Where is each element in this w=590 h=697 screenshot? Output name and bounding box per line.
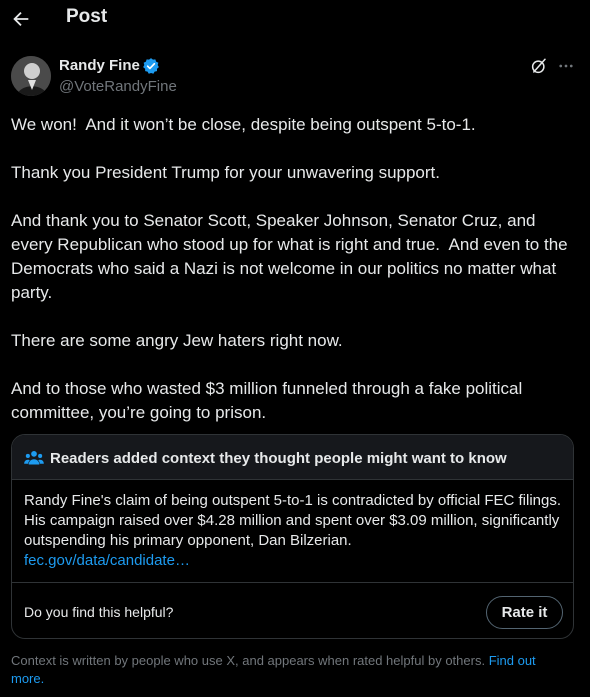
author-handle[interactable]: @VoteRandyFine [59, 78, 177, 95]
author-name[interactable]: Randy Fine [59, 57, 140, 74]
post-paragraph: Thank you President Trump for your unwav… [11, 163, 440, 182]
page-title: Post [66, 6, 108, 27]
community-note-link[interactable]: fec.gov/data/candidate… [24, 551, 564, 571]
community-note-body: Randy Fine's claim of being outspent 5-t… [24, 491, 564, 571]
divider [12, 582, 573, 583]
community-note-footer: Context is written by people who use X, … [11, 652, 571, 688]
post-paragraph: There are some angry Jew haters right no… [11, 331, 343, 350]
avatar-image [11, 56, 51, 96]
post-text: We won! And it won’t be close, despite b… [11, 113, 579, 449]
top-bar: Post [0, 0, 590, 40]
post-paragraph: And thank you to Senator Scott, Speaker … [11, 211, 573, 302]
grok-icon[interactable] [530, 57, 548, 75]
avatar[interactable] [11, 56, 51, 96]
more-icon[interactable] [557, 57, 575, 75]
helpful-question: Do you find this helpful? [24, 604, 174, 620]
post-paragraph: And to those who wasted $3 million funne… [11, 379, 528, 422]
community-note-header: Readers added context they thought peopl… [12, 435, 573, 480]
community-note-title: Readers added context they thought peopl… [50, 450, 507, 467]
community-note: Readers added context they thought peopl… [11, 434, 574, 639]
community-note-text: Randy Fine's claim of being outspent 5-t… [24, 492, 562, 549]
arrow-left-icon[interactable] [10, 8, 32, 30]
rate-it-button[interactable]: Rate it [486, 596, 563, 629]
people-icon [24, 451, 44, 465]
footer-text: Context is written by people who use X, … [11, 653, 489, 668]
post-paragraph: We won! And it won’t be close, despite b… [11, 115, 476, 134]
verified-badge-icon [143, 58, 159, 74]
